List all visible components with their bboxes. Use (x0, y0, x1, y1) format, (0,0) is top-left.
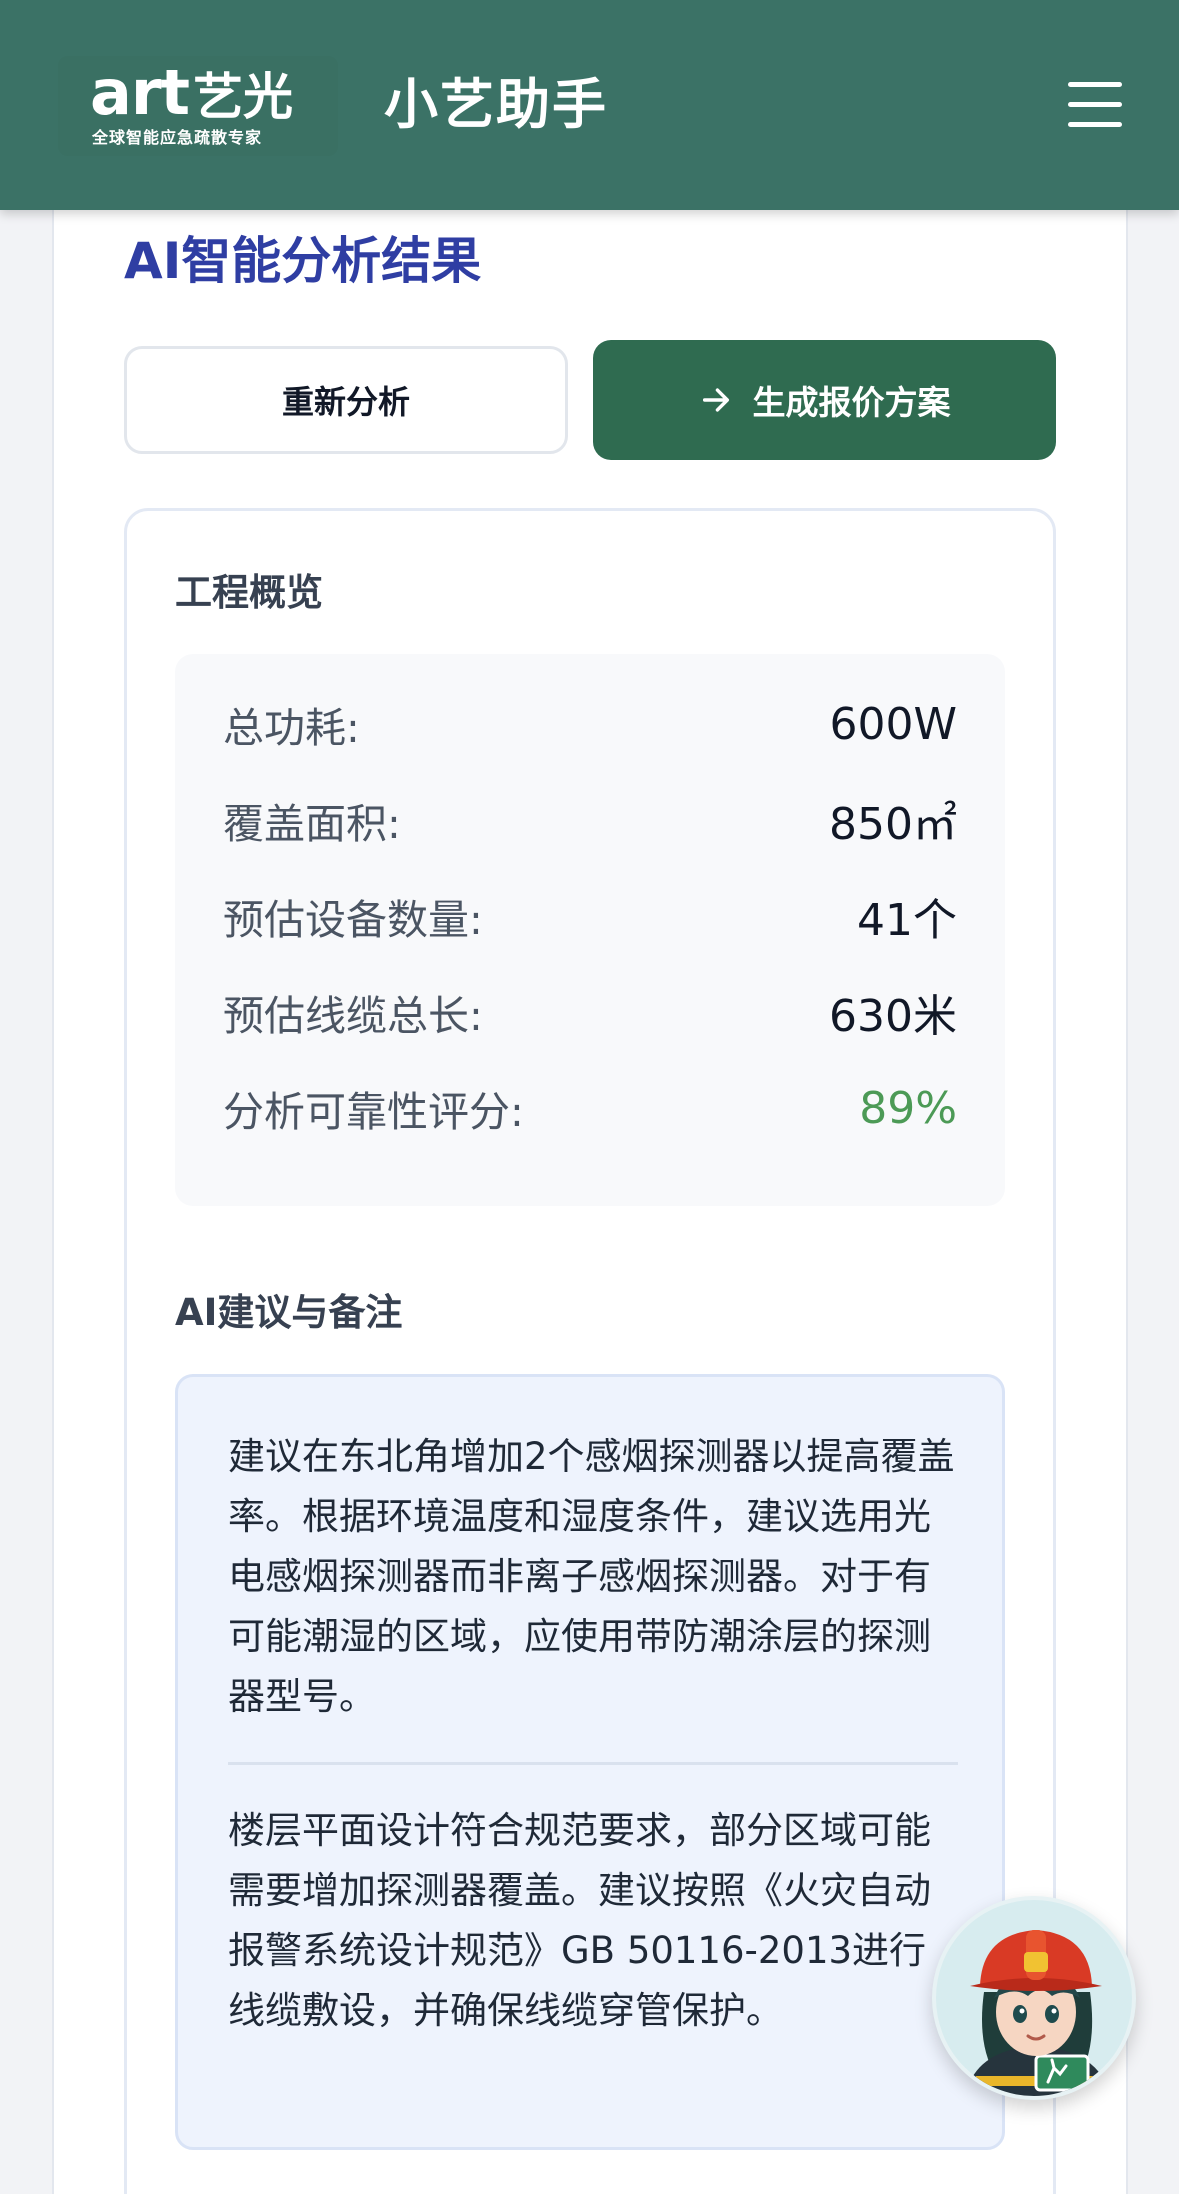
stat-row-area: 覆盖面积: 850㎡ (223, 790, 957, 850)
app-header: art艺光 全球智能应急疏散专家 小艺助手 (0, 0, 1179, 210)
hamburger-menu-icon[interactable] (1060, 70, 1130, 140)
brand-logo[interactable]: art艺光 全球智能应急疏散专家 (58, 56, 338, 156)
stat-value: 600W (829, 698, 958, 750)
stat-row-cable: 预估线缆总长: 630米 (223, 982, 957, 1042)
stat-value: 41个 (857, 895, 957, 946)
logo-cn-text: 艺光 (193, 68, 294, 126)
firefighter-assistant-avatar (965, 1930, 1111, 2096)
stat-label: 分析可靠性评分: (223, 1088, 524, 1136)
page-title: AI智能分析结果 (124, 232, 482, 290)
reanalyze-button-label: 重新分析 (281, 383, 410, 421)
logo-main-text: art (90, 56, 190, 129)
generate-quote-button[interactable]: 生成报价方案 (593, 340, 1056, 460)
overview-stats: 总功耗: 600W 覆盖面积: 850㎡ 预估设备数量: 41个 预估线缆总长:… (175, 654, 1005, 1206)
suggestion-item: 建议在东北角增加2个感烟探测器以提高覆盖率。根据环境温度和湿度条件，建议选用光电… (228, 1435, 955, 1718)
menu-bar-bottom (1068, 122, 1122, 127)
stat-value: 850㎡ (829, 799, 957, 850)
overview-title: 工程概览 (175, 571, 323, 614)
stat-label: 总功耗: (223, 704, 360, 752)
reanalyze-button[interactable]: 重新分析 (124, 346, 568, 454)
stat-label: 预估设备数量: (223, 896, 483, 944)
suggestion-divider (228, 1762, 958, 1765)
stat-value: 630米 (829, 991, 957, 1042)
generate-quote-button-label: 生成报价方案 (752, 383, 951, 422)
stat-row-power: 总功耗: 600W (223, 694, 957, 754)
menu-bar-middle (1068, 102, 1122, 107)
suggestion-item: 楼层平面设计符合规范要求，部分区域可能需要增加探测器覆盖。建议按照《火灾自动报警… (228, 1809, 931, 2032)
arrow-right-icon (702, 388, 729, 412)
menu-bar-top (1068, 82, 1122, 87)
stat-row-reliability: 分析可靠性评分: 89% (223, 1078, 957, 1138)
stat-label: 覆盖面积: (223, 800, 401, 848)
suggestions-title: AI建议与备注 (175, 1291, 403, 1334)
logo-wordmark: art艺光 (90, 58, 293, 132)
reliability-score: 89% (859, 1082, 957, 1134)
stat-label: 预估线缆总长: (223, 992, 483, 1040)
app-title: 小艺助手 (384, 73, 608, 136)
assistant-avatar-button[interactable] (932, 1896, 1136, 2100)
suggestions-box: 建议在东北角增加2个感烟探测器以提高覆盖率。根据环境温度和湿度条件，建议选用光电… (175, 1374, 1005, 2150)
stat-row-devices: 预估设备数量: 41个 (223, 886, 957, 946)
logo-tagline: 全球智能应急疏散专家 (92, 128, 263, 147)
page: art艺光 全球智能应急疏散专家 小艺助手 AI智能分析结果 重新分析 生成报价… (0, 0, 1179, 2194)
